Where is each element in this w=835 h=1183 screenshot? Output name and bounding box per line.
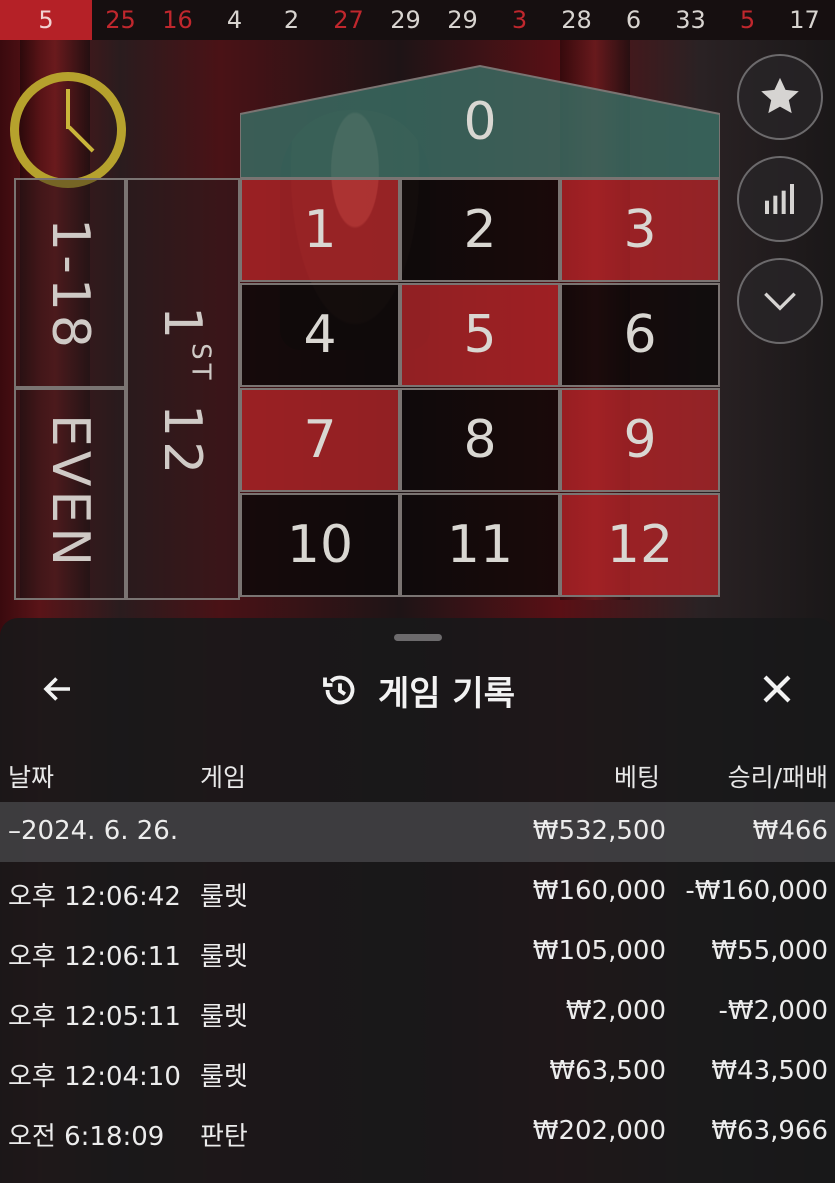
- statistics-button[interactable]: [737, 156, 823, 242]
- column-header-game: 게임: [200, 763, 247, 792]
- bet-spot-number[interactable]: 8: [400, 388, 560, 492]
- result-number: 29: [447, 6, 478, 34]
- row-game: 룰렛: [200, 942, 248, 972]
- row-game: 룰렛: [200, 882, 248, 912]
- row-time: 오전 6:18:09: [8, 1122, 165, 1152]
- history-row[interactable]: 오전 6:18:09 판탄 ₩202,000 ₩63,966: [0, 1102, 835, 1162]
- favorites-button[interactable]: [737, 54, 823, 140]
- clock-icon: [10, 72, 126, 188]
- row-time: 오후 12:06:11: [8, 942, 181, 972]
- row-result: ₩43,500: [711, 1056, 828, 1086]
- bet-spot-number[interactable]: 1: [240, 178, 400, 282]
- row-result: ₩55,000: [711, 936, 828, 966]
- game-history-sheet: 게임 기록 날짜 게임 베팅 승리/패배 –2024. 6. 26. ₩532,…: [0, 618, 835, 1183]
- history-row[interactable]: 오후 12:04:10 룰렛 ₩63,500 ₩43,500: [0, 1042, 835, 1102]
- result-number: 25: [105, 6, 136, 34]
- row-bet: ₩160,000: [532, 876, 666, 906]
- result-number: 27: [333, 6, 364, 34]
- result-number: 6: [625, 6, 642, 34]
- even-label: EVEN: [40, 414, 100, 571]
- stats-icon: [765, 184, 794, 214]
- bet-spot-1st-dozen[interactable]: 1ST 12: [126, 178, 240, 600]
- zero-label: 0: [463, 92, 497, 152]
- row-time: 오후 12:04:10: [8, 1062, 181, 1092]
- recent-results-strip: 5 25 16 4 2 27 29 29 3 28 6 33 5 17: [0, 0, 835, 40]
- close-button[interactable]: [752, 664, 802, 714]
- result-number: 5: [739, 6, 756, 34]
- bet-spot-zero[interactable]: 0: [240, 64, 720, 178]
- row-result: -₩2,000: [718, 996, 828, 1026]
- bet-spot-number[interactable]: 2: [400, 178, 560, 282]
- summary-result: ₩466: [752, 816, 828, 846]
- history-row[interactable]: 오후 12:05:11 룰렛 ₩2,000 -₩2,000: [0, 982, 835, 1042]
- result-number: 3: [511, 6, 528, 34]
- result-number: 4: [226, 6, 243, 34]
- column-header-bet: 베팅: [613, 763, 660, 792]
- bet-spot-number[interactable]: 4: [240, 283, 400, 387]
- bet-spot-even[interactable]: EVEN: [14, 388, 126, 600]
- column-header-result: 승리/패배: [727, 763, 828, 792]
- bet-spot-1-18[interactable]: 1-18: [14, 178, 126, 388]
- date-group-row[interactable]: –2024. 6. 26. ₩532,500 ₩466: [0, 802, 835, 862]
- row-game: 룰렛: [200, 1062, 248, 1092]
- bet-spot-number[interactable]: 10: [240, 493, 400, 597]
- collapse-button[interactable]: [737, 258, 823, 344]
- low-label: 1-18: [40, 218, 100, 353]
- star-icon: [761, 77, 799, 114]
- bet-spot-number[interactable]: 6: [560, 283, 720, 387]
- close-icon: [763, 675, 791, 703]
- latest-result: 5: [0, 0, 92, 40]
- row-result: ₩63,966: [711, 1116, 828, 1146]
- bet-spot-number[interactable]: 9: [560, 388, 720, 492]
- summary-bet: ₩532,500: [532, 816, 666, 846]
- bet-spot-number[interactable]: 12: [560, 493, 720, 597]
- row-time: 오후 12:06:42: [8, 882, 181, 912]
- row-bet: ₩202,000: [532, 1116, 666, 1146]
- row-game: 룰렛: [200, 1002, 248, 1032]
- bet-spot-number[interactable]: 7: [240, 388, 400, 492]
- result-number: 16: [162, 6, 193, 34]
- history-icon: [323, 675, 355, 705]
- column-header-date: 날짜: [8, 763, 55, 792]
- row-time: 오후 12:05:11: [8, 1002, 181, 1032]
- history-row[interactable]: 오후 12:06:42 룰렛 ₩160,000 -₩160,000: [0, 862, 835, 922]
- row-game: 판탄: [200, 1122, 248, 1152]
- bet-spot-number[interactable]: 3: [560, 178, 720, 282]
- result-number: 17: [789, 6, 820, 34]
- result-number: 33: [675, 6, 706, 34]
- dozen-label: 1ST 12: [152, 306, 216, 479]
- sheet-header: 게임 기록: [0, 662, 835, 718]
- chevron-down-icon: [764, 292, 796, 311]
- bet-spot-number[interactable]: 5: [400, 283, 560, 387]
- row-bet: ₩63,500: [549, 1056, 666, 1086]
- row-bet: ₩2,000: [565, 996, 666, 1026]
- result-number: 29: [390, 6, 421, 34]
- summary-date: –2024. 6. 26.: [8, 816, 179, 846]
- result-number: 28: [561, 6, 592, 34]
- sheet-title: 게임 기록: [378, 673, 515, 714]
- row-result: -₩160,000: [685, 876, 828, 906]
- result-number: 2: [283, 6, 300, 34]
- bet-spot-number[interactable]: 11: [400, 493, 560, 597]
- row-bet: ₩105,000: [532, 936, 666, 966]
- history-row[interactable]: 오후 12:06:11 룰렛 ₩105,000 ₩55,000: [0, 922, 835, 982]
- drag-handle[interactable]: [394, 634, 442, 641]
